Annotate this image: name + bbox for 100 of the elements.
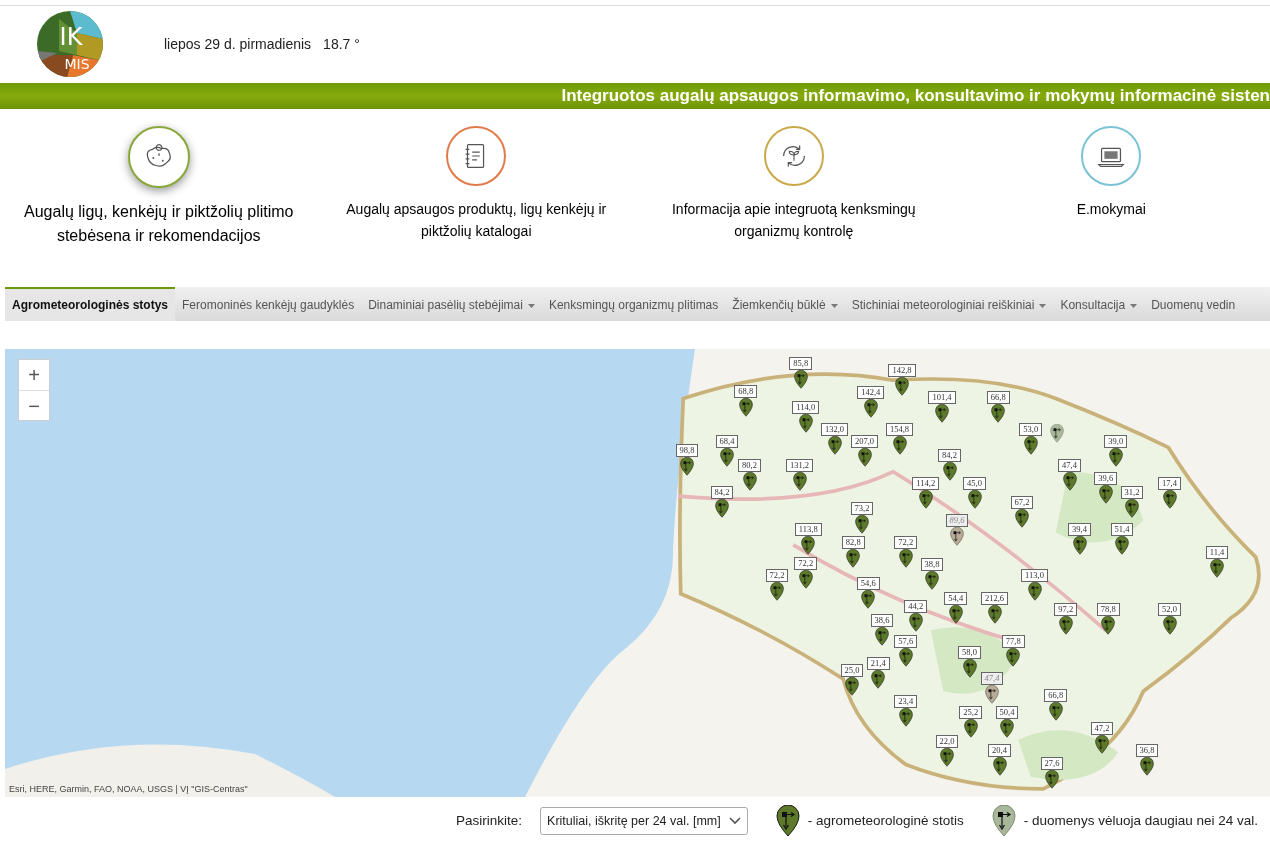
- feature-tile[interactable]: E.mokymai: [952, 109, 1270, 220]
- value-label: 85,8: [789, 357, 813, 370]
- station-pin-icon[interactable]: [985, 684, 999, 704]
- station-pin-icon[interactable]: [898, 707, 913, 727]
- station-pin-icon[interactable]: [935, 404, 949, 424]
- station-pin-icon[interactable]: [925, 571, 939, 591]
- station-pin-icon[interactable]: [895, 377, 909, 397]
- value-label: 89,6: [945, 514, 969, 528]
- station-pin-icon[interactable]: [875, 627, 889, 647]
- station-pin-icon[interactable]: [940, 748, 954, 768]
- station-pin-icon[interactable]: [1162, 489, 1177, 509]
- station-pin-icon[interactable]: [770, 582, 784, 602]
- value-label: 68,8: [734, 385, 758, 399]
- value-label: 47,4: [1058, 459, 1081, 473]
- station-pin-icon[interactable]: [715, 499, 729, 519]
- value-label: 38,8: [920, 558, 944, 572]
- station-pin-icon[interactable]: [863, 399, 878, 419]
- temperature-text: 18.7 °: [323, 34, 360, 54]
- feature-tile[interactable]: Augalų apsaugos produktų, ligų kenkėjų ir piktžolių katalogai: [317, 109, 635, 242]
- station-pin-icon[interactable]: [798, 413, 813, 433]
- station-pin-icon[interactable]: [861, 589, 876, 609]
- feature-tile[interactable]: Augalų ligų, kenkėjų ir piktžolių plitimo stebėsena ir rekomendacijos: [0, 109, 318, 248]
- legend-text: - duomenys vėluoja daugiau nei 24 val.: [1023, 811, 1258, 830]
- value-label: 77,8: [1001, 635, 1025, 649]
- station-pin-icon[interactable]: [1058, 616, 1073, 636]
- value-label: 212,6: [980, 592, 1009, 606]
- station-pin-icon[interactable]: [1101, 616, 1116, 636]
- feature-tile[interactable]: Informacija apie integruotą kenksmingų organizmų kontrolę: [635, 109, 953, 242]
- station-pin-icon[interactable]: [871, 670, 886, 690]
- nav-tab[interactable]: Dinaminiai pasėlių stebėjimai: [361, 287, 542, 321]
- station-pin-icon[interactable]: [1045, 770, 1059, 790]
- value-label: 113,0: [1021, 569, 1048, 583]
- nav-tab[interactable]: Duomenų vedin: [1144, 287, 1243, 321]
- station-pin-icon[interactable]: [1162, 616, 1177, 636]
- nav-tab[interactable]: Kenksmingų organizmų plitimas: [541, 287, 726, 321]
- value-label: 142,4: [857, 386, 885, 400]
- value-label: 52,0: [1158, 603, 1181, 617]
- station-pin-icon[interactable]: [987, 605, 1002, 625]
- station-pin-icon[interactable]: [1050, 423, 1064, 443]
- station-pin-icon[interactable]: [1115, 535, 1129, 555]
- logo: IK MIS: [37, 11, 103, 77]
- measure-select[interactable]: Krituliai, iškritę per 24 val. [mm]: [540, 806, 748, 836]
- station-pin-icon[interactable]: [962, 659, 977, 679]
- map-attribution: Esri, HERE, Garmin, FAO, NOAA, USGS | VĮ "GIS-Centras": [9, 782, 248, 796]
- station-pin-icon[interactable]: [898, 648, 913, 668]
- station-pin-icon[interactable]: [1140, 756, 1154, 776]
- station-pin-icon[interactable]: [720, 448, 734, 468]
- station-pin-icon[interactable]: [1006, 648, 1021, 668]
- station-pin-icon[interactable]: [992, 756, 1007, 776]
- station-pin-icon[interactable]: [798, 570, 813, 590]
- nav-tab[interactable]: Konsultacija: [1053, 287, 1145, 321]
- station-pin-icon[interactable]: [738, 398, 753, 418]
- station-pin-icon[interactable]: [792, 472, 807, 492]
- value-label: 97,2: [1054, 603, 1078, 617]
- station-pin-icon[interactable]: [892, 435, 907, 455]
- value-label: 73,2: [850, 502, 874, 516]
- station-pin-icon[interactable]: [918, 489, 933, 509]
- station-pin-icon[interactable]: [827, 435, 842, 455]
- station-pin-icon[interactable]: [801, 535, 816, 555]
- station-pin-icon[interactable]: [1072, 535, 1087, 555]
- value-label: 142,8: [888, 364, 916, 378]
- station-pin-icon[interactable]: [948, 605, 963, 625]
- value-label: 80,2: [738, 459, 761, 473]
- station-pin-icon[interactable]: [1210, 559, 1224, 579]
- station-pin-icon[interactable]: [991, 404, 1006, 424]
- station-pin-icon[interactable]: [1062, 472, 1077, 492]
- date-text: liepos 29 d. pirmadienis: [164, 34, 312, 54]
- station-pin-icon[interactable]: [1023, 435, 1038, 455]
- station-pin-icon[interactable]: [855, 515, 869, 535]
- station-pin-icon[interactable]: [1108, 448, 1123, 468]
- station-pin-icon[interactable]: [857, 448, 872, 468]
- station-pin-icon[interactable]: [1048, 701, 1063, 721]
- station-pin-icon[interactable]: [1098, 484, 1113, 504]
- station-pin-icon[interactable]: [846, 549, 861, 569]
- station-pin-icon[interactable]: [1125, 499, 1139, 519]
- station-pin-icon[interactable]: [950, 527, 964, 547]
- station-pin-icon[interactable]: [908, 612, 923, 632]
- nav-tab[interactable]: Žiemkenčių būklė: [725, 287, 845, 321]
- station-pin-icon[interactable]: [742, 472, 757, 492]
- station-pin-icon[interactable]: [1027, 582, 1042, 602]
- station-pin-icon[interactable]: [1095, 734, 1109, 754]
- value-label: 101,4: [928, 391, 956, 405]
- station-pin-icon[interactable]: [967, 489, 982, 509]
- station-pin-icon[interactable]: [845, 677, 859, 697]
- value-label: 207,0: [850, 435, 879, 449]
- value-label: 82,8: [841, 536, 865, 550]
- station-pin-icon[interactable]: [793, 370, 808, 389]
- station-pin-icon[interactable]: [942, 461, 957, 481]
- nav-tab[interactable]: Agrometeorologinės stotys: [5, 287, 176, 321]
- value-label: 27,6: [1040, 757, 1064, 771]
- station-pin-icon[interactable]: [898, 549, 913, 569]
- station-pin-icon[interactable]: [1015, 509, 1029, 529]
- value-label: 39,0: [1104, 435, 1128, 449]
- value-label: 131,2: [785, 459, 814, 473]
- station-pin-icon[interactable]: [1000, 718, 1014, 738]
- nav-tab[interactable]: Feromoninės kenkėjų gaudyklės: [175, 287, 362, 321]
- station-pin-icon[interactable]: [680, 456, 694, 476]
- station-pin-icon[interactable]: [963, 718, 978, 738]
- value-label: 68,4: [715, 435, 739, 449]
- nav-tab[interactable]: Stichiniai meteorologiniai reiškiniai: [844, 287, 1054, 321]
